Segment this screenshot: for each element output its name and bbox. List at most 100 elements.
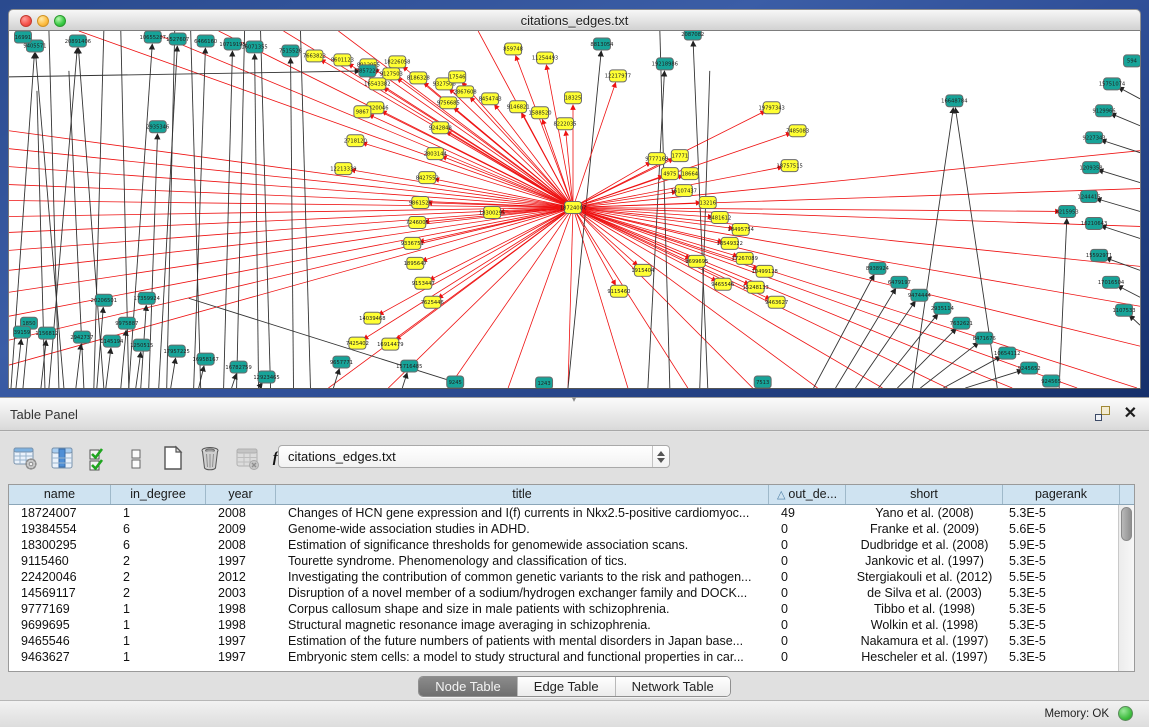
status-bar: Memory: OK [0,700,1149,727]
network-canvas[interactable]: 1872400786011238912955182260589127503165… [8,31,1141,389]
float-panel-icon[interactable] [1095,406,1110,421]
graph-node-label: 8601123 [331,58,354,64]
delete-table-button[interactable] [232,443,262,473]
table-cell: 0 [769,521,846,537]
graph-node-label: 9245 [449,380,462,386]
table-cell: 2003 [206,585,276,601]
graph-node-label: 20206501 [91,298,117,304]
table-cell: 1998 [206,601,276,617]
graph-node-label: 17267089 [732,256,758,262]
unselect-all-columns-icon [123,445,149,471]
black-edge [76,344,81,388]
graph-node-label: 17016504 [1098,280,1124,286]
graph-node-label: 19218986 [652,62,678,68]
graph-node-label: 15248133 [743,285,769,291]
graph-node-label: 6479197 [888,280,911,286]
black-edge [199,366,204,388]
black-edge [300,31,310,388]
graph-node-label: 8427552 [416,175,439,181]
table-row[interactable]: 2242004622012Investigating the contribut… [9,569,1118,585]
graph-node-label: 7246005 [406,220,429,226]
table-mode-button[interactable] [10,443,40,473]
graph-node-label: 12923465 [253,375,279,381]
table-row[interactable]: 1456911722003Disruption of a novel membe… [9,585,1118,601]
graph-node-label: 7485083 [786,129,809,135]
table-cell: 5.3E-5 [1003,633,1118,649]
tab-network-table[interactable]: Network Table [616,677,730,696]
red-edge [573,208,1012,388]
graph-node-label: 1588520 [529,111,552,117]
table-row[interactable]: 1938455462009Genome-wide association stu… [9,521,1118,537]
table-cell: 49 [769,505,846,521]
graph-node-label: 1156812 [35,331,58,337]
create-column-button[interactable] [158,443,188,473]
column-header-in_degree[interactable]: in_degree [111,485,206,504]
create-column-icon [160,445,186,471]
table-row[interactable]: 1830029562008Estimation of significance … [9,537,1118,553]
graph-node-label: 2935346 [146,125,169,131]
red-edge [9,208,573,366]
table-row[interactable]: 946554611997Estimation of the future num… [9,633,1118,649]
select-all-columns-button[interactable] [84,443,114,473]
graph-node-label: 7513 [756,380,769,386]
graph-node-label: 9465546 [711,282,734,288]
column-header-title[interactable]: title [276,485,769,504]
graph-node-label: 2087082 [681,32,704,38]
graph-node-label: 1481612 [708,215,731,221]
graph-node-label: 10499128 [751,269,777,275]
table-cell: Estimation of significance thresholds fo… [276,537,769,553]
memory-status-indicator-icon[interactable] [1118,706,1133,721]
graph-node-label: 39159 [14,330,30,336]
table-row[interactable]: 969969511998Structural magnetic resonanc… [9,617,1118,633]
table-mode-icon [12,445,38,471]
table-row[interactable]: 1872400712008Changes of HCN gene express… [9,505,1118,521]
column-header-short[interactable]: short [846,485,1003,504]
column-header-name[interactable]: name [9,485,111,504]
graph-node-label: 15716485 [396,364,422,370]
graph-node-label: 18664 [682,171,698,177]
table-cell: 5.3E-5 [1003,505,1118,521]
table-rows: 1872400712008Changes of HCN gene express… [9,505,1118,671]
table-cell: Genome-wide association studies in ADHD. [276,521,769,537]
column-header-pagerank[interactable]: pagerank [1003,485,1120,504]
table-cell: 1 [111,505,206,521]
black-edge [1101,226,1140,239]
scrollbar-thumb[interactable] [1121,507,1132,541]
graph-node-label: 16107437 [671,188,697,194]
table-cell: 2009 [206,521,276,537]
graph-node-label: 9975887 [115,321,138,327]
splitter-handle[interactable]: ▾ [568,397,580,403]
black-edge [121,31,129,388]
graph-node-label: 7425402 [346,341,369,347]
table-cell: 1997 [206,553,276,569]
tab-node-table[interactable]: Node Table [419,677,518,696]
black-edge [660,31,670,388]
table-cell: 0 [769,585,846,601]
graph-node-label: 12217977 [605,74,631,80]
table-row[interactable]: 946362711997Embryonic stem cells: a mode… [9,649,1118,665]
red-edge [573,208,1060,212]
graph-node-label: 18495754 [728,227,754,233]
show-columns-button[interactable] [47,443,77,473]
table-row[interactable]: 977716911998Corpus callosum shape and si… [9,601,1118,617]
vertical-scrollbar[interactable] [1118,505,1134,671]
close-panel-icon[interactable]: ✕ [1124,406,1137,421]
table-row[interactable]: 911546021997Tourette syndrome. Phenomeno… [9,553,1118,569]
black-edge [255,54,259,388]
tab-edge-table[interactable]: Edge Table [518,677,616,696]
graph-node-label: 8215953 [1056,209,1079,215]
graph-node-label: 2803144 [424,151,447,157]
table-cell: 5.3E-5 [1003,649,1118,665]
table-cell: Wolkin et al. (1998) [846,617,1003,633]
table-select-dropdown[interactable]: citations_edges.txt [278,445,670,468]
table-cell: 1 [111,617,206,633]
unselect-all-columns-button[interactable] [121,443,151,473]
graph-node-label: 2867608 [454,90,477,96]
table-cell: 0 [769,617,846,633]
network-window-titlebar[interactable]: citations_edges.txt [8,9,1141,31]
column-header-out_de[interactable]: △out_de... [769,485,846,504]
graph-node-label: 16782759 [225,365,251,371]
graph-node-label: 2718120 [344,138,367,144]
column-header-year[interactable]: year [206,485,276,504]
delete-columns-button[interactable] [195,443,225,473]
